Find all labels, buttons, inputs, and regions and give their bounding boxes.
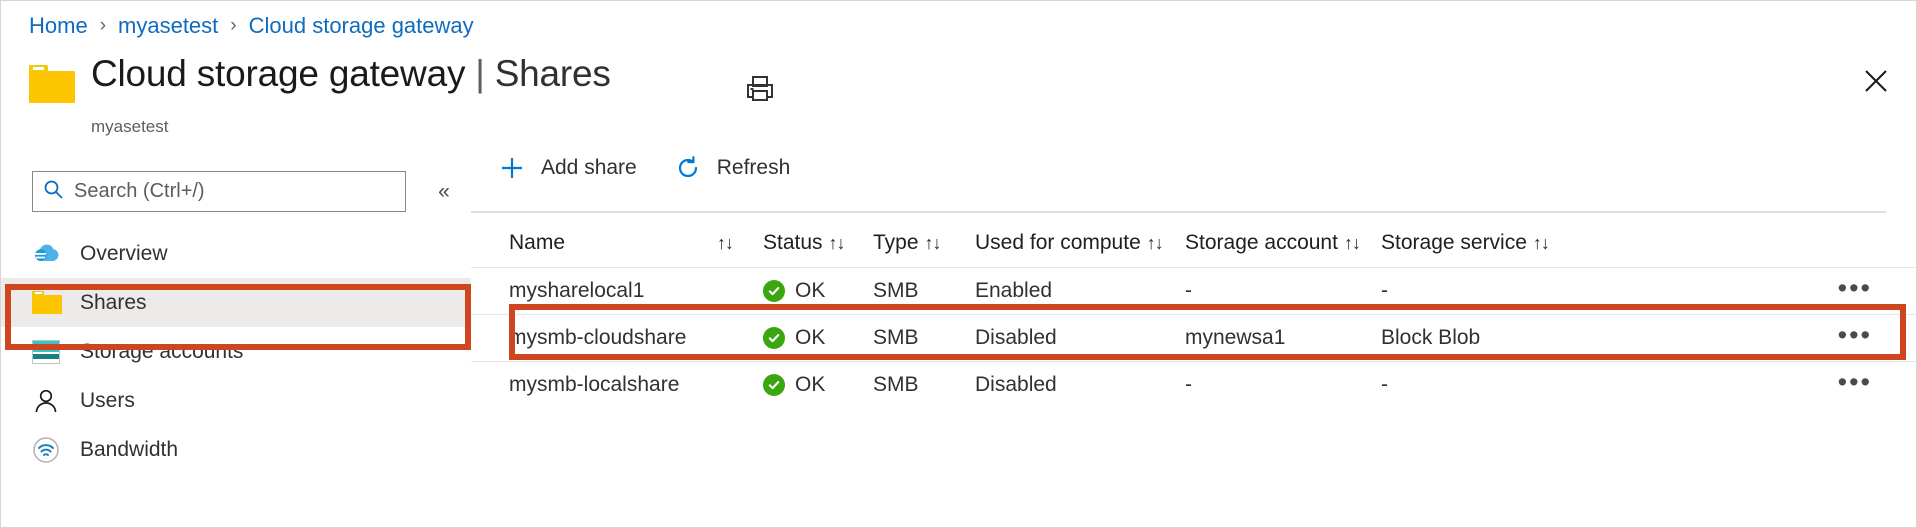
close-icon[interactable] [1854, 59, 1898, 103]
sort-icon[interactable]: ↑↓ [829, 233, 845, 254]
sort-icon[interactable]: ↑↓ [925, 233, 941, 254]
page-title-resource: Cloud storage gateway [91, 53, 465, 95]
folder-icon [32, 289, 64, 317]
sidebar-item-users[interactable]: Users [1, 376, 471, 425]
status-ok-icon [763, 280, 785, 302]
status-ok-icon [763, 327, 785, 349]
collapse-sidebar-button[interactable]: « [429, 177, 459, 207]
breadcrumb-item-cloud-storage-gateway[interactable]: Cloud storage gateway [249, 13, 474, 39]
column-header-used-for-compute[interactable]: Used for compute ↑↓ [975, 231, 1185, 255]
add-share-label: Add share [541, 156, 637, 180]
column-header-label: Type [873, 231, 919, 255]
page-title-section: Shares [495, 53, 611, 95]
cloud-icon [32, 240, 64, 268]
column-header-storage-account[interactable]: Storage account ↑↓ [1185, 231, 1381, 255]
cell-actions: ••• [1571, 279, 1916, 303]
table-row[interactable]: mysmb-localshare OK SMB Disabled - - [471, 361, 1916, 408]
sidebar-item-label: Shares [80, 291, 147, 315]
sidebar-item-overview[interactable]: Overview [1, 229, 471, 278]
sidebar-nav-list: Overview Shares [1, 229, 471, 474]
plus-icon [495, 151, 529, 185]
cell-type: SMB [873, 326, 975, 350]
search-icon [43, 179, 64, 205]
command-bar: Add share Refresh [471, 141, 822, 195]
table-row[interactable]: mysharelocal1 OK SMB Enabled - - [471, 267, 1916, 314]
cell-storage-account: - [1185, 279, 1381, 303]
cell-used-for-compute: Enabled [975, 279, 1185, 303]
breadcrumb: Home › myasetest › Cloud storage gateway [29, 9, 474, 43]
add-share-button[interactable]: Add share [493, 146, 653, 190]
breadcrumb-separator: › [100, 15, 106, 37]
breadcrumb-item-myasetest[interactable]: myasetest [118, 13, 218, 39]
cell-status: OK [763, 373, 873, 397]
cell-type: SMB [873, 373, 975, 397]
column-header-label: Storage service [1381, 231, 1527, 255]
user-icon [32, 387, 64, 415]
table-header-row: Name ↑↓ Status ↑↓ Type ↑↓ Used for compu… [471, 219, 1916, 267]
refresh-label: Refresh [717, 156, 791, 180]
cell-type: SMB [873, 279, 975, 303]
breadcrumb-item-home[interactable]: Home [29, 13, 88, 39]
printer-icon[interactable] [743, 71, 777, 105]
table-row[interactable]: mysmb-cloudshare OK SMB Disabled mynewsa… [471, 314, 1916, 361]
cell-storage-service: Block Blob [1381, 326, 1571, 350]
sidebar-item-shares[interactable]: Shares [1, 278, 471, 327]
status-label: OK [795, 326, 825, 350]
storage-accounts-icon [32, 338, 64, 366]
cell-name[interactable]: mysmb-cloudshare [471, 326, 763, 350]
cell-status: OK [763, 326, 873, 350]
column-header-status[interactable]: Status ↑↓ [763, 231, 873, 255]
sort-icon[interactable]: ↑↓ [1344, 233, 1360, 254]
page-title-separator: | [475, 53, 484, 95]
sidebar-item-label: Bandwidth [80, 438, 178, 462]
column-header-label: Storage account [1185, 231, 1338, 255]
cell-actions: ••• [1571, 326, 1916, 350]
sidebar-item-label: Overview [80, 242, 168, 266]
sidebar: « Overview [1, 161, 471, 528]
status-label: OK [795, 373, 825, 397]
row-context-menu-button[interactable]: ••• [1838, 283, 1872, 293]
azure-portal-blade: Home › myasetest › Cloud storage gateway… [0, 0, 1917, 528]
cell-storage-account: - [1185, 373, 1381, 397]
sidebar-item-bandwidth[interactable]: Bandwidth [1, 425, 471, 474]
status-label: OK [795, 279, 825, 303]
shares-table: Name ↑↓ Status ↑↓ Type ↑↓ Used for compu… [471, 219, 1916, 408]
cell-status: OK [763, 279, 873, 303]
cell-storage-account: mynewsa1 [1185, 326, 1381, 350]
sort-icon[interactable]: ↑↓ [1147, 233, 1163, 254]
bandwidth-icon [32, 436, 64, 464]
sidebar-item-storage-accounts[interactable]: Storage accounts [1, 327, 471, 376]
status-ok-icon [763, 374, 785, 396]
column-header-label: Status [763, 231, 823, 255]
page-subtitle: myasetest [91, 117, 168, 137]
cell-name[interactable]: mysmb-localshare [471, 373, 763, 397]
column-header-type[interactable]: Type ↑↓ [873, 231, 975, 255]
sidebar-item-label: Users [80, 389, 135, 413]
search-input[interactable] [74, 180, 395, 203]
page-title: Cloud storage gateway | Shares [91, 53, 611, 95]
sort-icon[interactable]: ↑↓ [717, 233, 733, 254]
cell-storage-service: - [1381, 279, 1571, 303]
page-title-row: Cloud storage gateway | Shares [29, 53, 611, 103]
column-header-name[interactable]: Name ↑↓ [471, 231, 763, 255]
column-header-label: Used for compute [975, 231, 1141, 255]
cell-actions: ••• [1571, 373, 1916, 397]
cell-used-for-compute: Disabled [975, 373, 1185, 397]
sidebar-item-label: Storage accounts [80, 340, 243, 364]
main-content: Add share Refresh Name ↑↓ [471, 131, 1916, 527]
breadcrumb-separator: › [230, 15, 236, 37]
cell-used-for-compute: Disabled [975, 326, 1185, 350]
search-box[interactable] [32, 171, 406, 212]
refresh-button[interactable]: Refresh [669, 146, 807, 190]
command-bar-divider [471, 211, 1886, 213]
column-header-label: Name [509, 231, 565, 255]
row-context-menu-button[interactable]: ••• [1838, 330, 1872, 340]
column-header-storage-service[interactable]: Storage service ↑↓ [1381, 231, 1571, 255]
refresh-icon [671, 151, 705, 185]
row-context-menu-button[interactable]: ••• [1838, 377, 1872, 387]
cell-storage-service: - [1381, 373, 1571, 397]
folder-icon [29, 65, 75, 103]
sort-icon[interactable]: ↑↓ [1533, 233, 1549, 254]
cell-name[interactable]: mysharelocal1 [471, 279, 763, 303]
